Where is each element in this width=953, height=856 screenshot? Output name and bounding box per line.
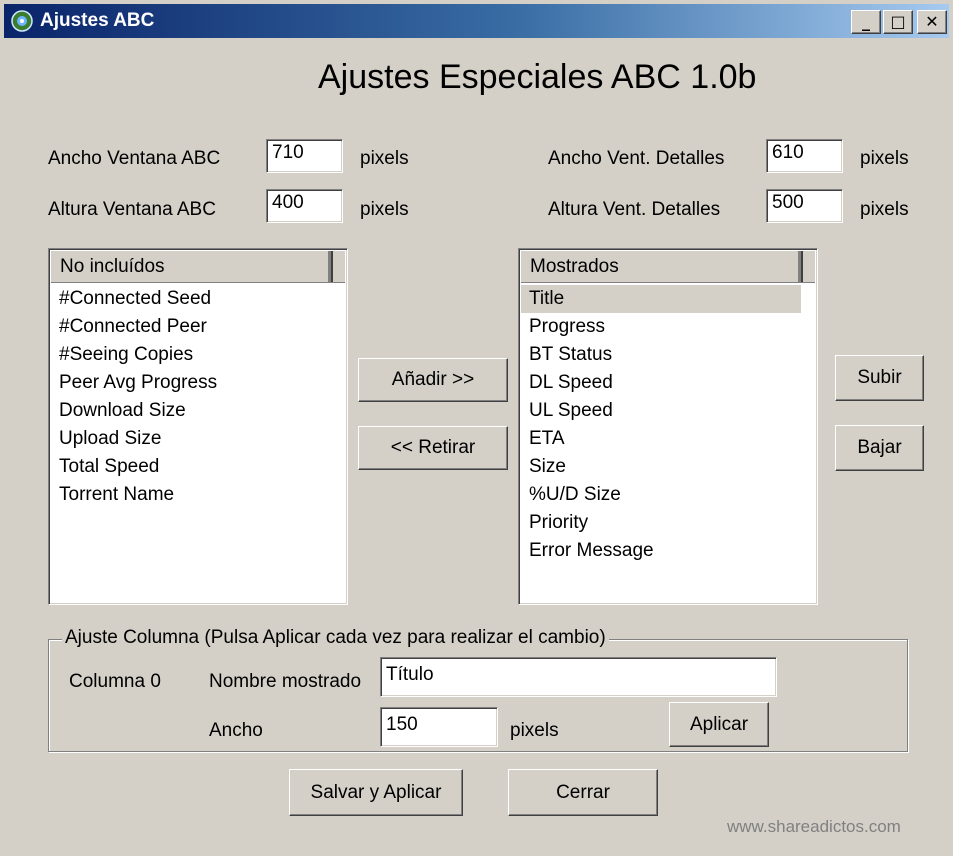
shown-list-header: Mostrados — [521, 251, 815, 283]
detail-width-value: 610 — [772, 142, 804, 163]
shown-list-items: Title Progress BT Status DL Speed UL Spe… — [521, 285, 815, 565]
main-height-label: Altura Ventana ABC — [48, 199, 216, 220]
column-width-input[interactable]: 150 — [380, 707, 498, 747]
page-title: Ajustes Especiales ABC 1.0b — [318, 58, 757, 96]
title-bar[interactable]: Ajustes ABC _ □ ✕ — [4, 4, 949, 38]
main-height-value: 400 — [272, 192, 304, 213]
detail-height-unit: pixels — [860, 199, 909, 220]
watermark: www.shareadictos.com — [727, 817, 901, 836]
minimize-button[interactable]: _ — [851, 10, 881, 34]
list-item[interactable]: #Seeing Copies — [51, 341, 345, 369]
main-width-input[interactable]: 710 — [266, 139, 343, 173]
move-up-button[interactable]: Subir — [835, 355, 924, 401]
detail-height-input[interactable]: 500 — [766, 189, 843, 223]
display-name-input[interactable]: Título — [380, 657, 777, 697]
main-height-unit: pixels — [360, 199, 409, 220]
list-item[interactable]: Priority — [521, 509, 815, 537]
list-item[interactable]: ETA — [521, 425, 815, 453]
list-item[interactable]: DL Speed — [521, 369, 815, 397]
excluded-list-header-label[interactable]: No incluídos — [51, 251, 333, 282]
display-name-value: Título — [386, 664, 434, 685]
detail-height-value: 500 — [772, 192, 804, 213]
excluded-list-header: No incluídos — [51, 251, 345, 283]
display-name-label: Nombre mostrado — [209, 671, 362, 692]
list-item[interactable]: #Connected Peer — [51, 313, 345, 341]
add-button[interactable]: Añadir >> — [358, 358, 508, 402]
move-down-button[interactable]: Bajar — [835, 425, 924, 471]
window-title: Ajustes ABC — [40, 10, 155, 31]
column-width-label: Ancho — [209, 720, 263, 741]
main-width-unit: pixels — [360, 148, 409, 169]
column-width-value: 150 — [386, 714, 418, 735]
app-icon — [11, 10, 33, 32]
list-item[interactable]: UL Speed — [521, 397, 815, 425]
detail-width-unit: pixels — [860, 148, 909, 169]
list-item[interactable]: Upload Size — [51, 425, 345, 453]
list-item[interactable]: Error Message — [521, 537, 815, 565]
apply-button[interactable]: Aplicar — [669, 702, 769, 747]
main-width-value: 710 — [272, 142, 304, 163]
column-index-label: Columna 0 — [69, 671, 161, 692]
list-item[interactable]: Download Size — [51, 397, 345, 425]
list-item[interactable]: Peer Avg Progress — [51, 369, 345, 397]
column-width-unit: pixels — [510, 720, 559, 741]
maximize-button[interactable]: □ — [883, 10, 913, 34]
detail-width-label: Ancho Vent. Detalles — [548, 148, 725, 169]
detail-width-input[interactable]: 610 — [766, 139, 843, 173]
remove-button[interactable]: << Retirar — [358, 426, 508, 470]
list-item[interactable]: Total Speed — [51, 453, 345, 481]
close-button[interactable]: ✕ — [917, 10, 947, 34]
save-apply-button[interactable]: Salvar y Aplicar — [289, 769, 463, 816]
excluded-columns-list[interactable]: No incluídos #Connected Seed #Connected … — [48, 248, 348, 605]
list-item[interactable]: BT Status — [521, 341, 815, 369]
close-dialog-button[interactable]: Cerrar — [508, 769, 658, 816]
list-item[interactable]: Size — [521, 453, 815, 481]
detail-height-label: Altura Vent. Detalles — [548, 199, 721, 220]
list-item-selected[interactable]: Title — [521, 285, 801, 313]
column-settings-legend: Ajuste Columna (Pulsa Aplicar cada vez p… — [62, 627, 609, 649]
list-item[interactable]: #Connected Seed — [51, 285, 345, 313]
main-width-label: Ancho Ventana ABC — [48, 148, 221, 169]
list-item[interactable]: %U/D Size — [521, 481, 815, 509]
main-height-input[interactable]: 400 — [266, 189, 343, 223]
excluded-list-items: #Connected Seed #Connected Peer #Seeing … — [51, 285, 345, 509]
list-item[interactable]: Torrent Name — [51, 481, 345, 509]
shown-list-header-label[interactable]: Mostrados — [521, 251, 803, 282]
shown-columns-list[interactable]: Mostrados Title Progress BT Status DL Sp… — [518, 248, 818, 605]
settings-window: Ajustes ABC _ □ ✕ Ajustes Especiales ABC… — [0, 0, 953, 856]
list-item[interactable]: Progress — [521, 313, 815, 341]
